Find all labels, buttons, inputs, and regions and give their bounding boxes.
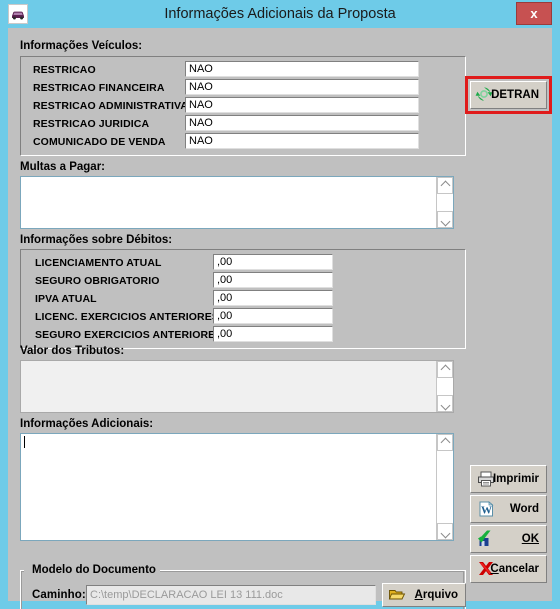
- scroll-up-icon[interactable]: [437, 361, 453, 378]
- scroll-down-icon[interactable]: [437, 395, 453, 412]
- vehicle-row-label-4: COMUNICADO DE VENDA: [33, 136, 166, 148]
- ok-button[interactable]: OK: [470, 525, 547, 553]
- close-button[interactable]: x: [516, 2, 552, 25]
- vehicle-row-label-3: RESTRICAO JURIDICA: [33, 118, 150, 130]
- vehicle-value-restricao[interactable]: NAO: [185, 61, 419, 77]
- imprimir-button[interactable]: Imprimir: [470, 465, 547, 493]
- arquivo-button-label: Arquivo: [414, 589, 458, 601]
- word-button-label: Word: [509, 503, 539, 515]
- vehicle-row-label-1: RESTRICAO FINANCEIRA: [33, 82, 165, 94]
- scroll-down-icon[interactable]: [437, 523, 453, 540]
- tributos-section-label: Valor dos Tributos:: [20, 345, 125, 357]
- svg-text:W: W: [481, 505, 492, 517]
- adicionais-textarea[interactable]: [20, 433, 454, 541]
- text-caret: [24, 436, 25, 448]
- adicionais-textarea-value: [21, 434, 436, 540]
- dialog-window: Informações Adicionais da Proposta x Inf…: [0, 0, 560, 609]
- vehicle-value-comunicado-de-venda[interactable]: NAO: [185, 133, 419, 149]
- arquivo-rest: rquivo: [422, 589, 458, 601]
- vehicle-row-label-0: RESTRICAO: [33, 64, 96, 76]
- arquivo-button[interactable]: Arquivo: [382, 583, 466, 607]
- vehicle-value-restricao-administrativa[interactable]: NAO: [185, 97, 419, 113]
- tributos-textarea-value: [21, 361, 436, 412]
- word-icon: W: [476, 499, 496, 519]
- green-check-icon: [476, 529, 496, 549]
- cancelar-button-label: Cancelar: [490, 563, 539, 575]
- multas-textarea[interactable]: [20, 176, 454, 229]
- modelo-documento-legend: Modelo do Documento: [28, 564, 160, 576]
- vehicle-section-label: Informações Veículos:: [20, 40, 143, 52]
- scroll-down-icon[interactable]: [437, 211, 453, 228]
- debito-row-label-3: LICENC. EXERCICIOS ANTERIORES: [35, 311, 219, 323]
- debito-value-seguro-obrigatorio[interactable]: ,00: [213, 272, 333, 288]
- debito-value-licenciamento-atual[interactable]: ,00: [213, 254, 333, 270]
- scroll-up-icon[interactable]: [437, 434, 453, 451]
- debito-value-ipva-atual[interactable]: ,00: [213, 290, 333, 306]
- ok-button-label: OK: [521, 533, 539, 545]
- imprimir-button-label: Imprimir: [492, 473, 539, 485]
- vehicle-value-restricao-juridica[interactable]: NAO: [185, 115, 419, 131]
- window-title: Informações Adicionais da Proposta: [164, 6, 396, 22]
- debitos-info-panel: LICENCIAMENTO ATUAL SEGURO OBRIGATORIO I…: [20, 249, 466, 349]
- debito-row-label-0: LICENCIAMENTO ATUAL: [35, 257, 162, 269]
- vehicle-value-restricao-financeira[interactable]: NAO: [185, 79, 419, 95]
- title-bar: Informações Adicionais da Proposta x: [0, 0, 560, 28]
- multas-section-label: Multas a Pagar:: [20, 161, 105, 173]
- detran-button[interactable]: DETRAN: [470, 81, 547, 109]
- multas-textarea-value: [21, 177, 436, 228]
- dialog-client-area: Informações Veículos: RESTRICAO RESTRICA…: [8, 28, 552, 609]
- adicionais-scrollbar[interactable]: [436, 434, 453, 540]
- tributos-textarea: [20, 360, 454, 413]
- multas-scrollbar[interactable]: [436, 177, 453, 228]
- adicionais-section-label: Informações Adicionais:: [20, 418, 154, 430]
- detran-button-label: DETRAN: [491, 89, 539, 101]
- cancelar-rest: ancelar: [498, 563, 539, 575]
- caminho-label: Caminho:: [32, 589, 86, 601]
- caminho-input: C:\temp\DECLARACAO LEI 13 111.doc: [86, 585, 376, 605]
- vehicle-row-label-2: RESTRICAO ADMINISTRATIVA: [33, 100, 189, 112]
- tributos-scrollbar[interactable]: [436, 361, 453, 412]
- scroll-up-icon[interactable]: [437, 177, 453, 194]
- open-folder-icon: [388, 586, 406, 604]
- debito-value-seguro-exercicios-anteriores[interactable]: ,00: [213, 326, 333, 342]
- vehicle-info-panel: RESTRICAO RESTRICAO FINANCEIRA RESTRICAO…: [20, 56, 466, 156]
- debito-row-label-4: SEGURO EXERCICIOS ANTERIORES: [35, 329, 223, 341]
- word-button[interactable]: W Word: [470, 495, 547, 523]
- debitos-section-label: Informações sobre Débitos:: [20, 234, 173, 246]
- cancelar-button[interactable]: Cancelar: [470, 555, 547, 583]
- debito-row-label-2: IPVA ATUAL: [35, 293, 97, 305]
- debito-row-label-1: SEGURO OBRIGATORIO: [35, 275, 160, 287]
- debito-value-licenc-exercicios-anteriores[interactable]: ,00: [213, 308, 333, 324]
